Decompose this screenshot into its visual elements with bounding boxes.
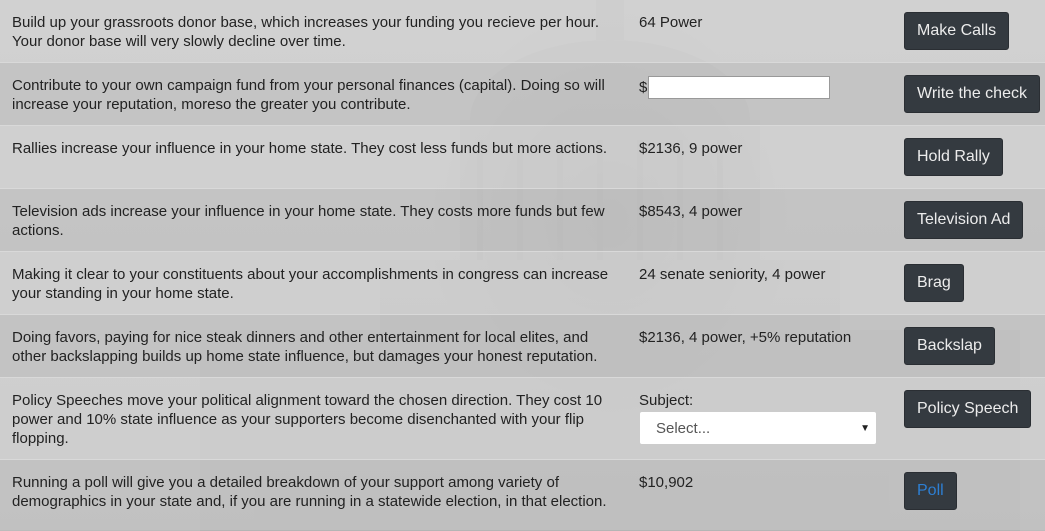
subject-label: Subject:	[639, 392, 694, 409]
action-cost: $2136, 4 power, +5% reputation	[639, 329, 852, 346]
action-cost: $8543, 4 power	[639, 203, 743, 220]
table-row: Making it clear to your constituents abo…	[0, 252, 1045, 315]
contribution-amount-input[interactable]	[648, 76, 831, 99]
poll-button[interactable]: Poll	[904, 472, 957, 510]
campaign-actions-table: Build up your grassroots donor base, whi…	[0, 0, 1045, 530]
action-description: Rallies increase your influence in your …	[12, 140, 608, 157]
action-description: Policy Speeches move your political alig…	[12, 392, 603, 447]
currency-symbol: $	[639, 79, 648, 96]
policy-subject-group: Subject: Select... ▼	[639, 391, 889, 445]
table-row: Doing favors, paying for nice steak dinn…	[0, 315, 1045, 378]
brag-button[interactable]: Brag	[904, 264, 964, 302]
action-description: Television ads increase your influence i…	[12, 203, 605, 239]
hold-rally-button[interactable]: Hold Rally	[904, 138, 1003, 176]
action-cost: $2136, 9 power	[639, 140, 743, 157]
subject-select[interactable]: Select... ▼	[639, 411, 877, 445]
table-row: Rallies increase your influence in your …	[0, 126, 1045, 189]
contribution-amount-group: $	[639, 76, 889, 99]
table-row: Build up your grassroots donor base, whi…	[0, 0, 1045, 63]
table-row: Television ads increase your influence i…	[0, 189, 1045, 252]
action-description: Making it clear to your constituents abo…	[12, 266, 609, 302]
action-description: Running a poll will give you a detailed …	[12, 474, 607, 510]
policy-speech-button[interactable]: Policy Speech	[904, 390, 1032, 428]
action-description: Doing favors, paying for nice steak dinn…	[12, 329, 598, 365]
backslap-button[interactable]: Backslap	[904, 327, 995, 365]
table-row: Contribute to your own campaign fund fro…	[0, 63, 1045, 126]
action-description: Build up your grassroots donor base, whi…	[12, 14, 599, 50]
action-cost: 24 senate seniority, 4 power	[639, 266, 826, 283]
make-calls-button[interactable]: Make Calls	[904, 12, 1010, 50]
write-check-button[interactable]: Write the check	[904, 75, 1040, 113]
action-description: Contribute to your own campaign fund fro…	[12, 77, 605, 113]
table-row: Policy Speeches move your political alig…	[0, 378, 1045, 460]
chevron-down-icon: ▼	[860, 423, 870, 434]
subject-select-value: Select...	[656, 420, 711, 437]
action-cost: $10,902	[639, 474, 694, 491]
television-ad-button[interactable]: Television Ad	[904, 201, 1024, 239]
table-row: Running a poll will give you a detailed …	[0, 460, 1045, 530]
action-cost: 64 Power	[639, 14, 703, 31]
